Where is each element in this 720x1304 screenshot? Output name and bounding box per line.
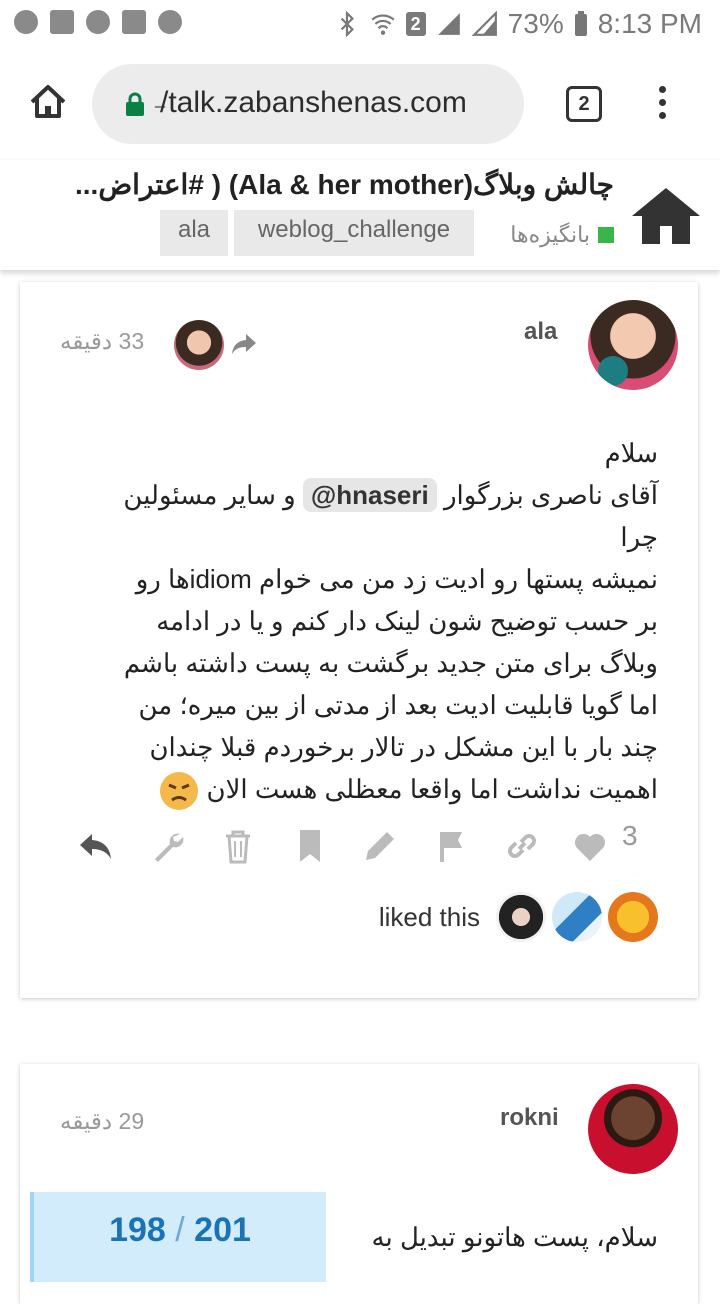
liker-avatar[interactable] [552, 892, 602, 942]
post-time[interactable]: 29 دقیقه [60, 1108, 144, 1135]
body-line: اما گویا قابلیت ادیت بعد از مدتی از بین … [138, 690, 658, 720]
signal-icon-2 [471, 11, 497, 36]
settings-alert-icon [14, 10, 38, 34]
image-icon [50, 10, 74, 34]
status-bar: 2 73% 8:13 PM [0, 0, 720, 50]
body-line: اهمیت نداشت اما واقعا معظلی هست الان [98, 768, 658, 811]
link-icon[interactable] [504, 828, 540, 864]
wrench-icon[interactable] [150, 828, 186, 864]
battery-icon [574, 11, 587, 36]
url-text: ̵/talk.zabanshenas.com [160, 86, 467, 120]
browser-toolbar: ̵/talk.zabanshenas.com 2 [0, 50, 720, 160]
body-segment: آقای ناصری بزرگوار [443, 480, 658, 510]
flag-icon[interactable] [434, 828, 470, 864]
bookmark-icon[interactable] [292, 828, 328, 864]
liker-avatar[interactable] [608, 892, 658, 942]
body-line: نمیشه پستها رو ادیت زد من می خوام idiomه… [135, 564, 658, 594]
home-icon[interactable] [28, 82, 68, 122]
progress-current: 198 [109, 1211, 166, 1249]
tab-switcher-button[interactable]: 2 [566, 86, 602, 122]
body-line: آقای ناصری بزرگوار @hnaseri و سایر مسئول… [98, 474, 658, 558]
body-line: وبلاگ برای متن جدید برگشت به پست داشته ب… [123, 648, 658, 678]
liked-by-row: liked this [379, 892, 658, 942]
location-icon [86, 10, 110, 34]
body-segment: اهمیت نداشت اما واقعا معظلی هست الان [206, 774, 658, 804]
category-name: بانگیزه‌ها [510, 222, 590, 247]
bluetooth-icon [340, 11, 354, 37]
progress-total: 201 [194, 1211, 251, 1249]
topic-title[interactable]: چالش وبلاگ(Ala & her mother) ( #اعتراض..… [75, 168, 614, 201]
post-username[interactable]: ala [524, 318, 557, 346]
trust-badge-icon [598, 356, 628, 386]
like-count[interactable]: 3 [622, 820, 638, 852]
reply-to-avatar[interactable] [174, 320, 224, 370]
wifi-icon [371, 14, 395, 35]
reply-icon[interactable] [78, 828, 114, 864]
post-body: سلام آقای ناصری بزرگوار @hnaseri و سایر … [98, 432, 658, 811]
post-username[interactable]: rokni [500, 1104, 559, 1132]
progress-separator: / [175, 1211, 185, 1249]
post-time[interactable]: 33 دقیقه [60, 328, 144, 355]
system-status: 2 73% 8:13 PM [334, 8, 702, 40]
sim-badge: 2 [405, 12, 426, 36]
url-host: /talk.zabanshenas.com [160, 86, 467, 119]
mention-link[interactable]: @hnaseri [302, 478, 437, 512]
body-line: چند بار با این مشکل در تالار برخوردم قبل… [149, 732, 658, 762]
post-body: سلام، پست هاتونو تبدیل به [371, 1222, 658, 1252]
tag-weblog-challenge[interactable]: weblog_challenge [234, 210, 474, 256]
liked-this-label: liked this [378, 901, 480, 932]
liker-avatar[interactable] [496, 892, 546, 942]
clipboard-check-icon [122, 10, 146, 34]
signal-icon [437, 13, 460, 35]
battery-percentage: 73% [507, 8, 564, 39]
category-color-badge [598, 227, 614, 243]
site-home-icon[interactable] [630, 184, 702, 246]
avatar[interactable] [588, 1084, 678, 1174]
body-line: سلام [604, 438, 658, 468]
angry-emoji-icon [160, 772, 199, 811]
body-line: بر حسب توضیح شون لینک دار کنم و یا در اد… [156, 606, 658, 636]
post-card: rokni 29 دقیقه سلام، پست هاتونو تبدیل به… [20, 1064, 698, 1304]
avatar[interactable] [588, 300, 678, 390]
location-icon-2 [158, 10, 182, 34]
overflow-menu-icon[interactable] [654, 86, 670, 126]
lock-icon [126, 92, 144, 116]
address-bar[interactable]: ̵/talk.zabanshenas.com [92, 64, 524, 144]
edit-icon[interactable] [362, 828, 398, 864]
notification-icons [14, 10, 182, 34]
post-card: ala 33 دقیقه سلام آقای ناصری بزرگوار @hn… [20, 282, 698, 998]
tag-ala[interactable]: ala [160, 210, 228, 256]
like-heart-icon[interactable] [572, 828, 608, 864]
progress-counter[interactable]: 198 / 201 [30, 1192, 326, 1282]
topic-category[interactable]: بانگیزه‌ها [510, 222, 614, 248]
clock: 8:13 PM [597, 8, 702, 39]
post-actions [78, 828, 678, 868]
delete-icon[interactable] [220, 828, 256, 864]
topic-header: چالش وبلاگ(Ala & her mother) ( #اعتراض..… [0, 160, 720, 270]
reply-to-arrow-icon [232, 334, 256, 354]
